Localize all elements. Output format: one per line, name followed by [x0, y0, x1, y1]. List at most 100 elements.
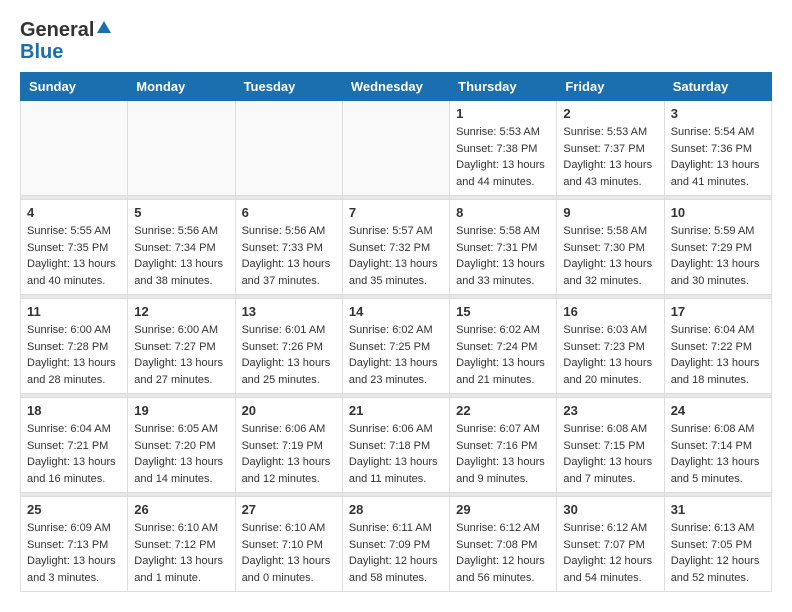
day-info: Sunrise: 6:01 AMSunset: 7:26 PMDaylight:… [242, 322, 336, 388]
day-info: Sunrise: 6:04 AMSunset: 7:21 PMDaylight:… [27, 421, 121, 487]
calendar-day-cell: 4 Sunrise: 5:55 AMSunset: 7:35 PMDaylight… [21, 200, 128, 295]
day-info: Sunrise: 6:02 AMSunset: 7:25 PMDaylight:… [349, 322, 443, 388]
calendar-day-cell: 21Sunrise: 6:06 AMSunset: 7:18 PMDayligh… [342, 398, 449, 493]
calendar-day-cell: 5 Sunrise: 5:56 AMSunset: 7:34 PMDaylight… [128, 200, 235, 295]
calendar-day-cell: 18 Sunrise: 6:04 AMSunset: 7:21 PMDayligh… [21, 398, 128, 493]
day-info: Sunrise: 5:53 AMSunset: 7:37 PMDaylight:… [563, 124, 657, 190]
day-number: 9 [563, 205, 657, 220]
calendar-day-cell: 17 Sunrise: 6:04 AMSunset: 7:22 PMDayligh… [664, 299, 771, 394]
calendar-day-cell: 12Sunrise: 6:00 AMSunset: 7:27 PMDayligh… [128, 299, 235, 394]
calendar-week-row: 1Sunrise: 5:53 AMSunset: 7:38 PMDaylight… [21, 101, 772, 196]
calendar-day-cell: 28Sunrise: 6:11 AMSunset: 7:09 PMDayligh… [342, 497, 449, 592]
day-info: Sunrise: 6:10 AMSunset: 7:10 PMDaylight:… [242, 520, 336, 586]
day-number: 3 [671, 106, 765, 121]
day-info: Sunrise: 6:12 AMSunset: 7:07 PMDaylight:… [563, 520, 657, 586]
day-info: Sunrise: 6:02 AMSunset: 7:24 PMDaylight:… [456, 322, 550, 388]
calendar-day-cell [342, 101, 449, 196]
day-info: Sunrise: 5:55 AMSunset: 7:35 PMDaylight:… [27, 223, 121, 289]
day-info: Sunrise: 6:03 AMSunset: 7:23 PMDaylight:… [563, 322, 657, 388]
day-info: Sunrise: 5:57 AMSunset: 7:32 PMDaylight:… [349, 223, 443, 289]
day-number: 29 [456, 502, 550, 517]
weekday-header: Sunday [21, 73, 128, 101]
calendar-table: SundayMondayTuesdayWednesdayThursdayFrid… [20, 72, 772, 592]
day-info: Sunrise: 6:10 AMSunset: 7:12 PMDaylight:… [134, 520, 228, 586]
calendar-week-row: 11 Sunrise: 6:00 AMSunset: 7:28 PMDayligh… [21, 299, 772, 394]
calendar-day-cell: 25 Sunrise: 6:09 AMSunset: 7:13 PMDayligh… [21, 497, 128, 592]
day-info: Sunrise: 5:56 AMSunset: 7:33 PMDaylight:… [242, 223, 336, 289]
calendar-day-cell: 1Sunrise: 5:53 AMSunset: 7:38 PMDaylight… [450, 101, 557, 196]
day-info: Sunrise: 6:00 AMSunset: 7:28 PMDaylight:… [27, 322, 121, 388]
calendar-day-cell [128, 101, 235, 196]
day-number: 10 [671, 205, 765, 220]
weekday-header: Thursday [450, 73, 557, 101]
calendar-day-cell: 16 Sunrise: 6:03 AMSunset: 7:23 PMDayligh… [557, 299, 664, 394]
day-number: 17 [671, 304, 765, 319]
calendar-day-cell [235, 101, 342, 196]
day-info: Sunrise: 6:08 AMSunset: 7:14 PMDaylight:… [671, 421, 765, 487]
day-number: 7 [349, 205, 443, 220]
calendar-day-cell: 30Sunrise: 6:12 AMSunset: 7:07 PMDayligh… [557, 497, 664, 592]
weekday-header: Monday [128, 73, 235, 101]
calendar-day-cell [21, 101, 128, 196]
day-number: 31 [671, 502, 765, 517]
day-number: 11 [27, 304, 121, 319]
calendar-day-cell: 24Sunrise: 6:08 AMSunset: 7:14 PMDayligh… [664, 398, 771, 493]
calendar-day-cell: 9 Sunrise: 5:58 AMSunset: 7:30 PMDaylight… [557, 200, 664, 295]
day-info: Sunrise: 5:53 AMSunset: 7:38 PMDaylight:… [456, 124, 550, 190]
day-number: 5 [134, 205, 228, 220]
day-info: Sunrise: 6:09 AMSunset: 7:13 PMDaylight:… [27, 520, 121, 586]
day-info: Sunrise: 6:06 AMSunset: 7:18 PMDaylight:… [349, 421, 443, 487]
logo-icon [96, 20, 112, 36]
day-number: 4 [27, 205, 121, 220]
calendar-day-cell: 15Sunrise: 6:02 AMSunset: 7:24 PMDayligh… [450, 299, 557, 394]
day-number: 16 [563, 304, 657, 319]
weekday-header: Saturday [664, 73, 771, 101]
calendar-day-cell: 8Sunrise: 5:58 AMSunset: 7:31 PMDaylight… [450, 200, 557, 295]
calendar-day-cell: 23 Sunrise: 6:08 AMSunset: 7:15 PMDayligh… [557, 398, 664, 493]
calendar-day-cell: 31 Sunrise: 6:13 AMSunset: 7:05 PMDayligh… [664, 497, 771, 592]
day-info: Sunrise: 6:12 AMSunset: 7:08 PMDaylight:… [456, 520, 550, 586]
calendar-week-row: 4 Sunrise: 5:55 AMSunset: 7:35 PMDaylight… [21, 200, 772, 295]
calendar-day-cell: 29 Sunrise: 6:12 AMSunset: 7:08 PMDayligh… [450, 497, 557, 592]
day-number: 20 [242, 403, 336, 418]
calendar-day-cell: 22 Sunrise: 6:07 AMSunset: 7:16 PMDayligh… [450, 398, 557, 493]
day-info: Sunrise: 6:06 AMSunset: 7:19 PMDaylight:… [242, 421, 336, 487]
calendar-day-cell: 10 Sunrise: 5:59 AMSunset: 7:29 PMDayligh… [664, 200, 771, 295]
calendar-week-row: 18 Sunrise: 6:04 AMSunset: 7:21 PMDayligh… [21, 398, 772, 493]
day-number: 13 [242, 304, 336, 319]
logo-general-text: General [20, 20, 94, 40]
day-info: Sunrise: 5:58 AMSunset: 7:31 PMDaylight:… [456, 223, 550, 289]
calendar-day-cell: 13 Sunrise: 6:01 AMSunset: 7:26 PMDayligh… [235, 299, 342, 394]
calendar-day-cell: 19Sunrise: 6:05 AMSunset: 7:20 PMDayligh… [128, 398, 235, 493]
day-number: 2 [563, 106, 657, 121]
day-number: 25 [27, 502, 121, 517]
day-info: Sunrise: 6:08 AMSunset: 7:15 PMDaylight:… [563, 421, 657, 487]
day-info: Sunrise: 5:59 AMSunset: 7:29 PMDaylight:… [671, 223, 765, 289]
calendar-day-cell: 14Sunrise: 6:02 AMSunset: 7:25 PMDayligh… [342, 299, 449, 394]
day-number: 27 [242, 502, 336, 517]
day-info: Sunrise: 5:56 AMSunset: 7:34 PMDaylight:… [134, 223, 228, 289]
day-info: Sunrise: 6:13 AMSunset: 7:05 PMDaylight:… [671, 520, 765, 586]
weekday-header: Tuesday [235, 73, 342, 101]
day-number: 19 [134, 403, 228, 418]
day-info: Sunrise: 5:54 AMSunset: 7:36 PMDaylight:… [671, 124, 765, 190]
day-number: 22 [456, 403, 550, 418]
calendar-day-cell: 2 Sunrise: 5:53 AMSunset: 7:37 PMDaylight… [557, 101, 664, 196]
page-header: General Blue [20, 20, 772, 62]
calendar-day-cell: 11 Sunrise: 6:00 AMSunset: 7:28 PMDayligh… [21, 299, 128, 394]
day-number: 23 [563, 403, 657, 418]
calendar-day-cell: 27 Sunrise: 6:10 AMSunset: 7:10 PMDayligh… [235, 497, 342, 592]
day-info: Sunrise: 6:07 AMSunset: 7:16 PMDaylight:… [456, 421, 550, 487]
day-number: 6 [242, 205, 336, 220]
logo-blue-text: Blue [20, 41, 63, 63]
calendar-day-cell: 26Sunrise: 6:10 AMSunset: 7:12 PMDayligh… [128, 497, 235, 592]
weekday-header: Wednesday [342, 73, 449, 101]
day-info: Sunrise: 5:58 AMSunset: 7:30 PMDaylight:… [563, 223, 657, 289]
calendar-week-row: 25 Sunrise: 6:09 AMSunset: 7:13 PMDayligh… [21, 497, 772, 592]
calendar-day-cell: 20 Sunrise: 6:06 AMSunset: 7:19 PMDayligh… [235, 398, 342, 493]
day-number: 18 [27, 403, 121, 418]
day-number: 28 [349, 502, 443, 517]
calendar-header-row: SundayMondayTuesdayWednesdayThursdayFrid… [21, 73, 772, 101]
day-info: Sunrise: 6:04 AMSunset: 7:22 PMDaylight:… [671, 322, 765, 388]
day-info: Sunrise: 6:00 AMSunset: 7:27 PMDaylight:… [134, 322, 228, 388]
